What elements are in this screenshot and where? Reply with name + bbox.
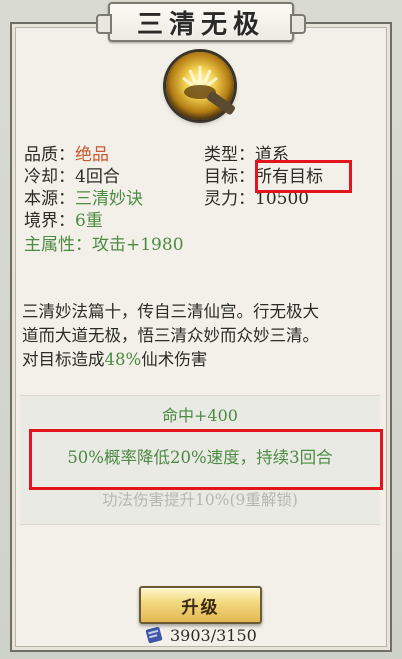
attr-spirit-value: 10500 xyxy=(255,189,310,209)
attr-realm: 境界：6重 xyxy=(24,210,103,232)
golden-sun-skill-icon xyxy=(166,52,237,120)
description-line-1: 三清妙法篇十，传自三清仙宫。行无极大 xyxy=(22,302,319,321)
skill-title: 三清无极 xyxy=(136,9,265,40)
skill-description: 三清妙法篇十，传自三清仙宫。行无极大 道而大道无极，悟三清众妙而众妙三清。 对目… xyxy=(22,300,384,372)
damage-percent: 48% xyxy=(104,350,142,369)
description-line-3: 对目标造成48%仙术伤害 xyxy=(22,348,384,372)
attr-origin-value: 三清妙诀 xyxy=(75,189,143,209)
attr-spirit-label: 灵力： xyxy=(204,189,255,209)
effect-locked: 功法伤害提升10%(9重解锁) xyxy=(102,491,298,509)
attr-target-label: 目标： xyxy=(204,167,255,187)
upgrade-button[interactable]: 升级 xyxy=(139,586,262,624)
attr-type-value: 道系 xyxy=(255,145,289,165)
skill-detail-card: 三清无极 品质：绝品 冷却：4回合 本源：三清妙诀 境界：6重 主属性：攻击+1… xyxy=(0,0,402,659)
attr-quality-label: 品质： xyxy=(24,145,75,165)
attr-origin-label: 本源： xyxy=(24,189,75,209)
effect-speed-debuff: 50%概率降低20%速度，持续3回合 xyxy=(67,448,333,467)
upgrade-cost: 3903/3150 xyxy=(144,624,257,646)
attr-main-value: 攻击+1980 xyxy=(92,235,184,255)
description-suffix: 仙术伤害 xyxy=(141,350,208,369)
upgrade-button-label: 升级 xyxy=(181,597,220,618)
attr-cooldown-label: 冷却： xyxy=(24,167,75,187)
attr-main-label: 主属性： xyxy=(24,235,92,255)
attr-main: 主属性：攻击+1980 xyxy=(24,234,184,256)
cost-text: 3903/3150 xyxy=(170,625,257,645)
attr-cooldown-value: 4回合 xyxy=(75,167,120,187)
attr-cooldown: 冷却：4回合 xyxy=(24,166,120,188)
attr-target: 目标：所有目标 xyxy=(204,166,323,188)
attr-spirit: 灵力：10500 xyxy=(204,188,309,210)
skill-effects-panel: 命中+400 50%概率降低20%速度，持续3回合 功法伤害提升10%(9重解锁… xyxy=(20,395,380,525)
attr-realm-label: 境界： xyxy=(24,211,75,231)
attr-target-value: 所有目标 xyxy=(255,167,323,187)
description-prefix: 对目标造成 xyxy=(22,350,105,369)
attr-realm-value: 6重 xyxy=(75,211,103,231)
scroll-icon xyxy=(144,626,164,644)
effect-hit: 命中+400 xyxy=(162,406,238,425)
attr-quality: 品质：绝品 xyxy=(24,144,109,166)
attr-type-label: 类型： xyxy=(204,145,255,165)
attr-quality-value: 绝品 xyxy=(75,145,109,165)
attr-type: 类型：道系 xyxy=(204,144,289,166)
attr-origin: 本源：三清妙诀 xyxy=(24,188,143,210)
title-banner: 三清无极 xyxy=(96,2,306,42)
description-line-2: 道而大道无极，悟三清众妙而众妙三清。 xyxy=(22,326,319,345)
